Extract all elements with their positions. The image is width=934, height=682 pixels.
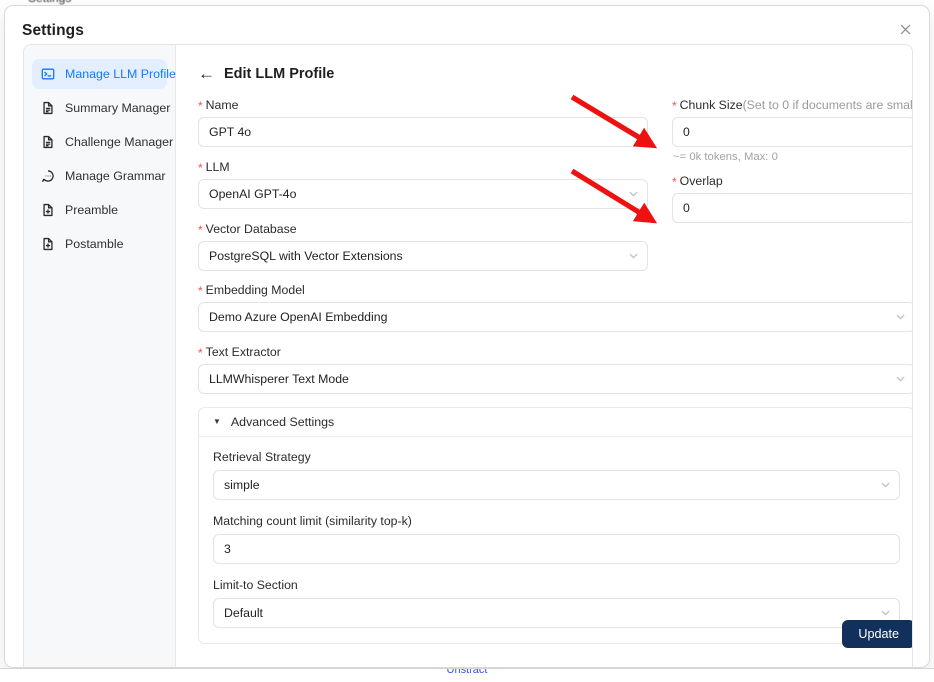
settings-sidebar: Manage LLM Profiles Summary Manager Chal… — [24, 45, 176, 668]
chevron-down-icon — [896, 313, 905, 322]
limit-to-section-select-value: Default — [224, 606, 263, 620]
text-extractor-select-value: LLMWhisperer Text Mode — [209, 372, 349, 386]
overlap-label: Overlap — [672, 174, 913, 188]
chevron-down-icon — [881, 481, 890, 490]
embedding-model-select-value: Demo Azure OpenAI Embedding — [209, 310, 387, 324]
embedding-model-label: Embedding Model — [198, 283, 913, 297]
settings-content-card: Manage LLM Profiles Summary Manager Chal… — [23, 44, 913, 668]
form-footer: Update — [842, 620, 913, 648]
sidebar-item-label: Manage Grammar — [65, 169, 166, 183]
llm-label: LLM — [198, 160, 648, 174]
sidebar-item-label: Postamble — [65, 237, 124, 251]
sidebar-item-label: Manage LLM Profiles — [65, 67, 182, 81]
limit-to-section-select[interactable]: Default — [213, 598, 900, 628]
sidebar-item-manage-llm-profiles[interactable]: Manage LLM Profiles — [32, 59, 167, 89]
name-input[interactable]: GPT 4o — [198, 117, 648, 147]
chunk-size-label-hint: (Set to 0 if documents are small) — [743, 98, 913, 112]
advanced-settings-panel: ▼ Advanced Settings Retrieval Strategy s… — [198, 407, 913, 644]
page-bottom-sliver: Unstract — [0, 668, 934, 682]
matching-count-limit-label: Matching count limit (similarity top-k) — [213, 514, 900, 528]
file-text-icon — [41, 135, 55, 149]
sidebar-item-postamble[interactable]: Postamble — [32, 229, 167, 259]
name-input-value: GPT 4o — [209, 125, 251, 139]
page-title: Settings — [22, 22, 84, 40]
form-left-column: Name GPT 4o LLM OpenAI GPT-4o Vector Dat… — [198, 98, 648, 284]
vector-database-select-value: PostgreSQL with Vector Extensions — [209, 249, 403, 263]
sidebar-item-summary-manager[interactable]: Summary Manager — [32, 93, 167, 123]
close-icon[interactable] — [893, 17, 917, 41]
sidebar-item-challenge-manager[interactable]: Challenge Manager — [32, 127, 167, 157]
retrieval-strategy-select[interactable]: simple — [213, 470, 900, 500]
text-extractor-label: Text Extractor — [198, 345, 913, 359]
advanced-settings-body: Retrieval Strategy simple Matching count… — [199, 437, 913, 643]
settings-modal: Settings Manage LLM Profiles — [4, 5, 930, 668]
chunk-size-input[interactable]: 0 — [672, 117, 913, 147]
advanced-settings-title: Advanced Settings — [231, 415, 334, 429]
llm-select-value: OpenAI GPT-4o — [209, 187, 297, 201]
file-add-icon — [41, 237, 55, 251]
embedding-model-select[interactable]: Demo Azure OpenAI Embedding — [198, 302, 913, 332]
vector-database-label: Vector Database — [198, 222, 648, 236]
chunk-size-label-text: Chunk Size — [680, 98, 743, 112]
chevron-down-icon — [629, 190, 638, 199]
form-full-width-fields: Embedding Model Demo Azure OpenAI Embedd… — [198, 283, 913, 394]
chunk-size-sub-hint: ~= 0k tokens, Max: 0 — [673, 151, 913, 163]
retrieval-strategy-label: Retrieval Strategy — [213, 450, 900, 464]
matching-count-limit-input[interactable]: 3 — [213, 534, 900, 564]
vector-database-select[interactable]: PostgreSQL with Vector Extensions — [198, 241, 648, 271]
advanced-settings-toggle[interactable]: ▼ Advanced Settings — [199, 408, 913, 437]
text-extractor-select[interactable]: LLMWhisperer Text Mode — [198, 364, 913, 394]
page-bottom-sliver-link: Unstract — [0, 668, 934, 676]
overlap-input[interactable]: 0 — [672, 193, 913, 223]
chevron-down-icon — [881, 609, 890, 618]
update-button[interactable]: Update — [842, 620, 913, 648]
panel-header: ← Edit LLM Profile — [198, 65, 913, 82]
file-add-icon — [41, 203, 55, 217]
sidebar-item-label: Preamble — [65, 203, 118, 217]
overlap-input-value: 0 — [683, 201, 690, 215]
matching-count-limit-value: 3 — [224, 542, 231, 556]
file-text-icon — [41, 101, 55, 115]
panel-title: Edit LLM Profile — [224, 66, 334, 82]
back-arrow-icon[interactable]: ← — [198, 65, 215, 82]
name-label: Name — [198, 98, 648, 112]
edit-llm-profile-form: ← Edit LLM Profile Name GPT 4o LLM OpenA… — [176, 45, 913, 668]
limit-to-section-label: Limit-to Section — [213, 578, 900, 592]
console-icon — [41, 67, 55, 81]
page-backdrop: Settings Settings Manage LLM Profiles — [0, 0, 934, 682]
form-right-column: Chunk Size(Set to 0 if documents are sma… — [672, 98, 913, 236]
retrieval-strategy-select-value: simple — [224, 478, 260, 492]
chevron-down-icon — [629, 252, 638, 261]
sidebar-item-manage-grammar[interactable]: Manage Grammar — [32, 161, 167, 191]
message-circle-icon — [41, 169, 55, 183]
sidebar-item-label: Challenge Manager — [65, 135, 173, 149]
chevron-down-icon: ▼ — [213, 418, 221, 426]
chevron-down-icon — [896, 375, 905, 384]
sidebar-item-label: Summary Manager — [65, 101, 170, 115]
sidebar-item-preamble[interactable]: Preamble — [32, 195, 167, 225]
llm-select[interactable]: OpenAI GPT-4o — [198, 179, 648, 209]
chunk-size-label: Chunk Size(Set to 0 if documents are sma… — [672, 98, 913, 112]
chunk-size-input-value: 0 — [683, 125, 690, 139]
